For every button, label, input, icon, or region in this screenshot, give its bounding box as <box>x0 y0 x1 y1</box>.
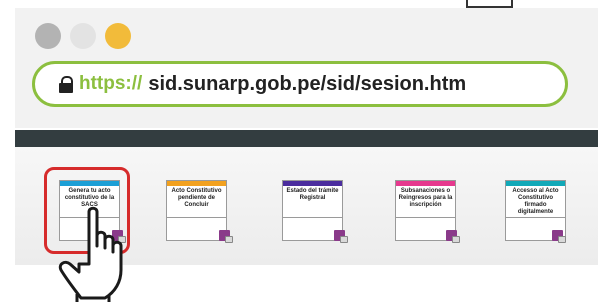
option-label: Acto Constitutivo pendiente de Concluir <box>171 188 222 208</box>
close-dot[interactable] <box>35 23 61 49</box>
window-controls <box>35 23 131 49</box>
option-label: Estado del trámite Registral <box>286 188 339 201</box>
book-icon <box>552 230 566 243</box>
url-protocol: https:// <box>79 73 143 94</box>
option-card-pendiente[interactable]: Acto Constitutivo pendiente de Concluir <box>166 180 227 241</box>
lock-icon <box>59 76 73 93</box>
address-bar[interactable]: https:// sid.sunarp.gob.pe/sid/sesion.ht… <box>32 61 568 107</box>
url-host-path: sid.sunarp.gob.pe/sid/sesion.htm <box>148 72 467 95</box>
book-icon <box>334 230 348 243</box>
page-toolbar <box>15 130 598 147</box>
top-decor-box <box>466 0 513 8</box>
book-icon <box>219 230 233 243</box>
pointer-hand-icon <box>58 206 123 302</box>
option-label: Accesso al Acto Constitutivo firmado dig… <box>512 188 559 215</box>
minimize-dot[interactable] <box>70 23 96 49</box>
book-icon <box>446 230 460 243</box>
maximize-dot[interactable] <box>105 23 131 49</box>
option-label: Subsanaciones o Reingresos para la inscr… <box>398 188 453 208</box>
